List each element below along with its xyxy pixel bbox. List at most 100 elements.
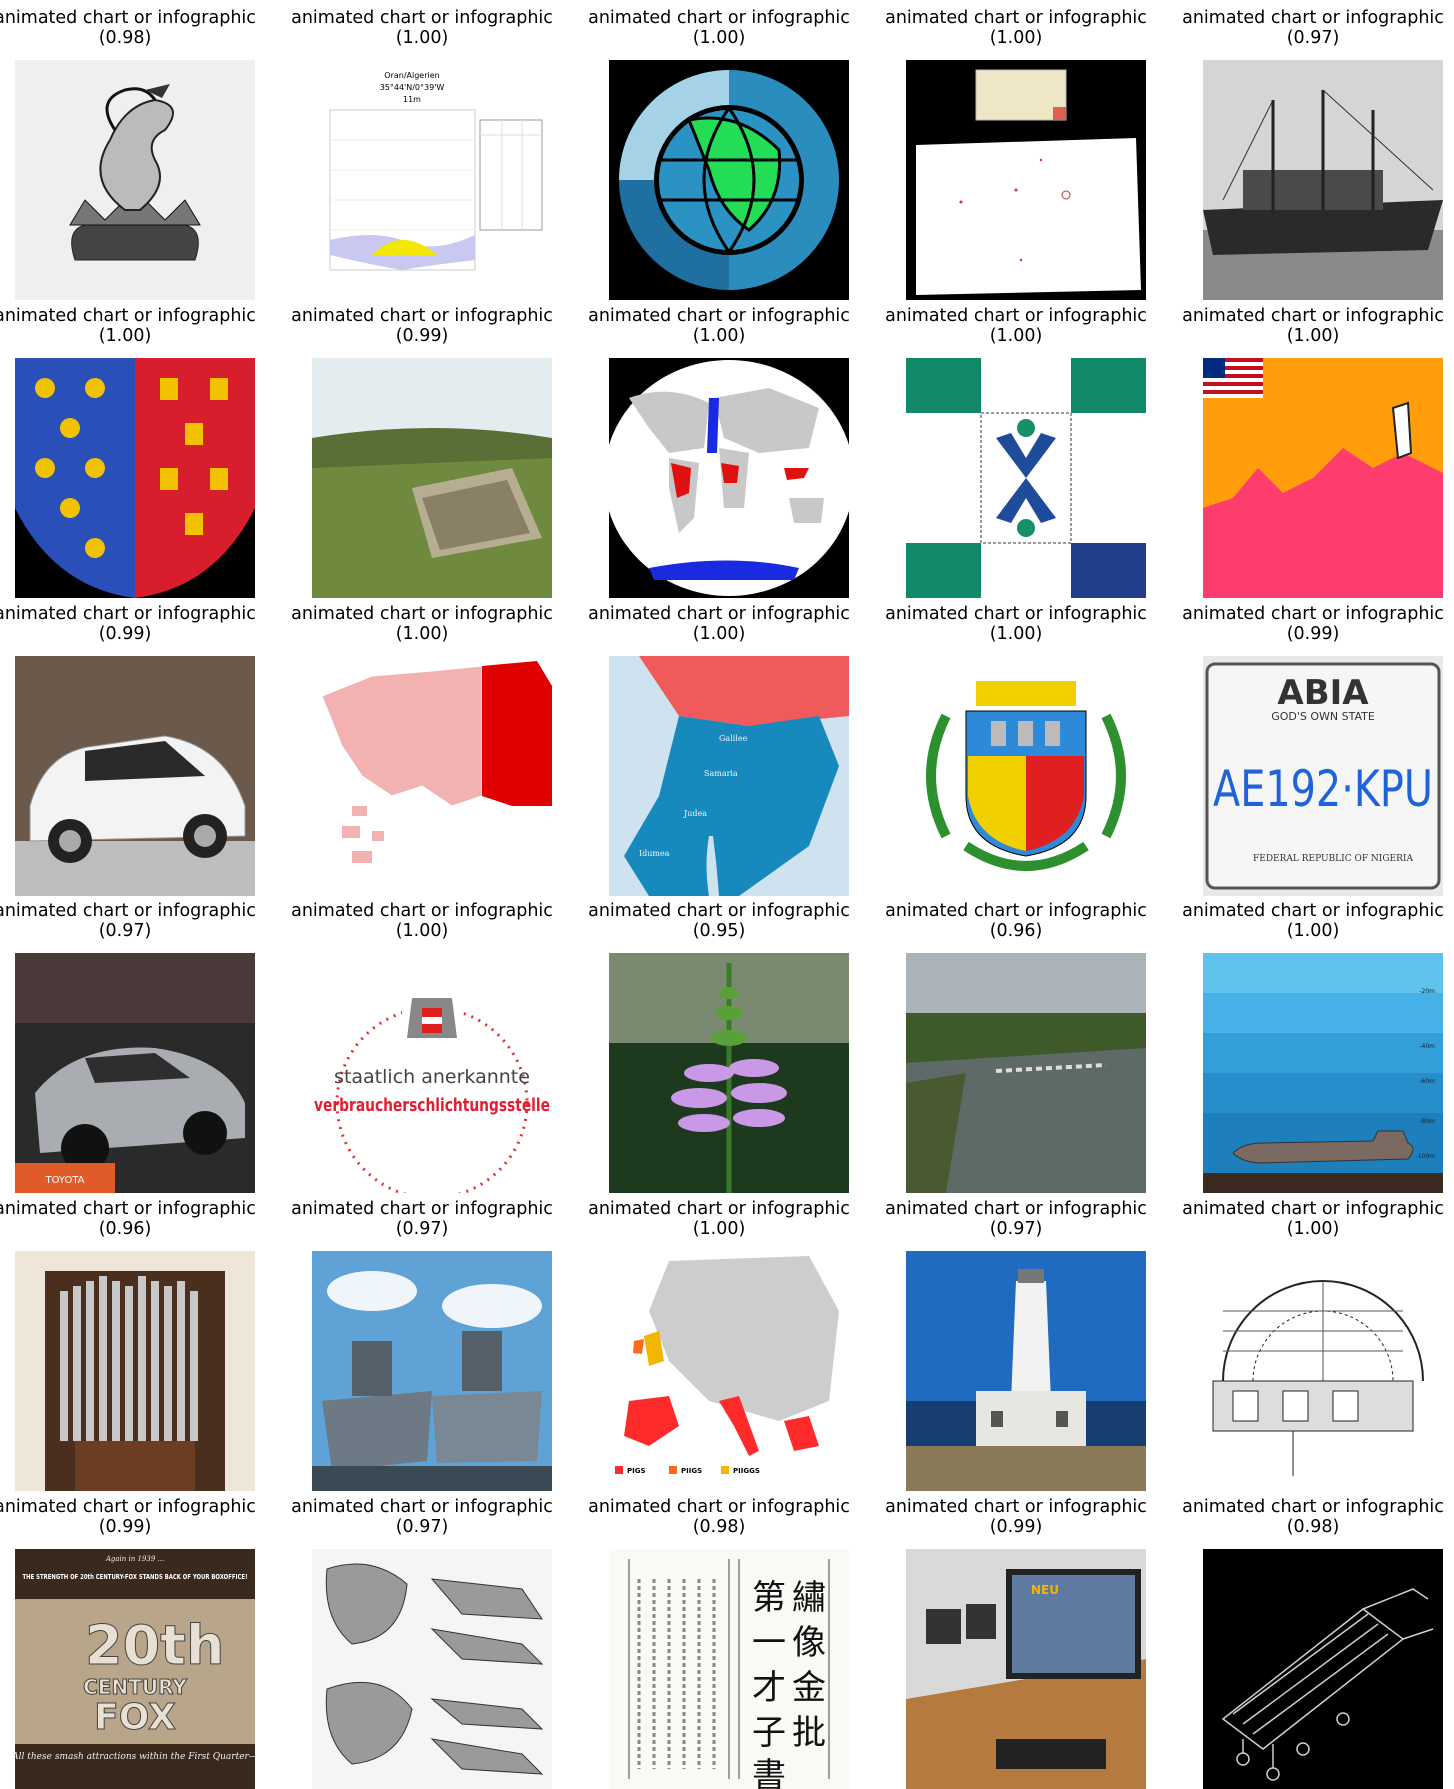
grid-cell: animated chart or infographic (0.97) xyxy=(876,1199,1156,1491)
cell-caption: animated chart or infographic (1.00) xyxy=(588,8,850,48)
lighthouse-photo-icon xyxy=(906,1251,1146,1491)
grid-cell: animated chart or infographic (0.97) TOYO… xyxy=(0,901,265,1193)
cell-caption: animated chart or infographic (1.00) xyxy=(0,306,256,346)
grid-cell: animated chart or infographic (1.00) Gali… xyxy=(579,604,859,896)
cell-caption: animated chart or infographic (0.95) xyxy=(588,901,850,941)
submarine-depth-chart-icon: -20m -40m -60m -80m -100m xyxy=(1203,953,1443,1193)
cell-caption: animated chart or infographic (1.00) xyxy=(1182,306,1444,346)
svg-text:書: 書 xyxy=(752,1756,786,1789)
cell-caption: animated chart or infographic (1.00) xyxy=(291,901,553,941)
cell-caption: animated chart or infographic (0.96) xyxy=(885,901,1147,941)
grid-cell: animated chart or infographic (0.98) 第 一 … xyxy=(579,1497,859,1789)
cell-caption: animated chart or infographic (0.97) xyxy=(885,1199,1147,1239)
green-blue-flag-icon xyxy=(906,358,1146,598)
heraldic-shield-icon xyxy=(15,358,255,598)
svg-text:-80m: -80m xyxy=(1419,1118,1435,1125)
grid-cell: animated chart or infographic (1.00) staa… xyxy=(282,901,562,1193)
wireframe-machine-render-icon xyxy=(1203,1549,1443,1789)
cell-caption: animated chart or infographic (1.00) xyxy=(588,306,850,346)
cell-caption: animated chart or infographic (0.99) xyxy=(0,604,256,644)
svg-text:staatlich anerkannte: staatlich anerkannte xyxy=(334,1066,530,1088)
grid-cell: animated chart or infographic (0.99) NEU xyxy=(876,1497,1156,1789)
svg-text:PIGS: PIGS xyxy=(627,1467,646,1475)
svg-text:金: 金 xyxy=(792,1668,826,1708)
pipe-organ-photo-icon xyxy=(15,1251,255,1491)
cell-caption: animated chart or infographic (1.00) xyxy=(291,8,553,48)
svg-text:PIIGGS: PIIGGS xyxy=(733,1467,760,1475)
svg-text:FEDERAL REPUBLIC OF NIGERIA: FEDERAL REPUBLIC OF NIGERIA xyxy=(1253,854,1413,864)
grid-cell: animated chart or infographic (1.00) xyxy=(876,8,1156,300)
warships-photo-icon xyxy=(312,1251,552,1491)
cell-caption: animated chart or infographic (1.00) xyxy=(588,1199,850,1239)
ancient-israel-map-icon: Galilee Samaria Judea Idumea xyxy=(609,656,849,896)
svg-text:一: 一 xyxy=(752,1623,786,1663)
cell-caption: animated chart or infographic (1.00) xyxy=(291,604,553,644)
pink-red-region-map-icon xyxy=(312,656,552,896)
dragon-crest-engraving-icon xyxy=(15,60,255,300)
svg-text:-60m: -60m xyxy=(1419,1078,1435,1085)
svg-text:NEU: NEU xyxy=(1031,1583,1059,1597)
cell-caption: animated chart or infographic (0.99) xyxy=(291,306,553,346)
europe-piigs-map-icon: PIGS PIIGS PIIGGS xyxy=(609,1251,849,1491)
grid-cell: animated chart or infographic (1.00) xyxy=(1173,1199,1453,1491)
grid-cell: animated chart or infographic (0.99) ABIA… xyxy=(1173,604,1453,896)
chinese-book-page-icon: 第 一 才 子 書 繡 像 金 批 xyxy=(609,1549,849,1789)
20th-century-fox-poster-icon: Again in 1939 ... THE STRENGTH OF 20th C… xyxy=(15,1549,255,1789)
svg-text:35°44'N/0°39'W: 35°44'N/0°39'W xyxy=(380,83,445,92)
grid-cell: animated chart or infographic (1.00) xyxy=(876,604,1156,896)
svg-text:All these smash attractions wi: All these smash attractions within the F… xyxy=(15,1752,255,1762)
grid-cell: animated chart or infographic (0.99) xyxy=(0,604,265,896)
svg-text:TOYOTA: TOYOTA xyxy=(44,1175,84,1186)
cell-caption: animated chart or infographic (1.00) xyxy=(885,604,1147,644)
grid-cell: animated chart or infographic (0.96) xyxy=(876,901,1156,1193)
grid-cell: animated chart or infographic (0.97) xyxy=(282,1497,562,1789)
cell-caption: animated chart or infographic (0.97) xyxy=(1182,8,1444,48)
grid-cell: animated chart or infographic (0.97) xyxy=(1173,8,1453,300)
svg-text:Samaria: Samaria xyxy=(704,769,738,778)
svg-text:批: 批 xyxy=(792,1713,826,1753)
svg-text:才: 才 xyxy=(752,1668,786,1708)
cell-caption: animated chart or infographic (0.97) xyxy=(291,1497,553,1537)
grid-cell: animated chart or infographic (0.98) xyxy=(0,8,265,300)
grid-cell: animated chart or infographic (0.98) xyxy=(1173,1497,1453,1789)
cell-caption: animated chart or infographic (1.00) xyxy=(1182,1199,1444,1239)
climate-chart-icon: Oran/Algerien 35°44'N/0°39'W 11m xyxy=(312,60,552,300)
grid-cell: animated chart or infographic (1.00) xyxy=(579,306,859,598)
computer-lab-photo-icon: NEU xyxy=(906,1549,1146,1789)
grid-cell: animated chart or infographic (1.00) xyxy=(876,306,1156,598)
svg-text:Galilee: Galilee xyxy=(719,734,748,743)
svg-text:第: 第 xyxy=(752,1578,786,1618)
fossil-skulls-plate-icon xyxy=(312,1549,552,1789)
cell-caption: animated chart or infographic (0.96) xyxy=(0,1199,256,1239)
cell-caption: animated chart or infographic (0.98) xyxy=(0,8,256,48)
white-suv-photo-icon xyxy=(15,656,255,896)
svg-text:子: 子 xyxy=(752,1713,786,1753)
orange-pink-flag-icon xyxy=(1203,358,1443,598)
svg-text:Again in 1939 ...: Again in 1939 ... xyxy=(105,1555,164,1563)
grid-cell: animated chart or infographic (1.00) Oran… xyxy=(282,8,562,300)
svg-text:像: 像 xyxy=(792,1623,826,1663)
grid-cell: animated chart or infographic (0.99) Agai… xyxy=(0,1497,265,1789)
svg-text:AE192·KPU: AE192·KPU xyxy=(1213,760,1433,818)
grid-cell: animated chart or infographic (1.00) xyxy=(282,604,562,896)
county-locator-map-icon xyxy=(906,60,1146,300)
svg-text:Judea: Judea xyxy=(683,809,707,818)
cell-caption: animated chart or infographic (0.99) xyxy=(0,1497,256,1537)
cell-caption: animated chart or infographic (0.99) xyxy=(885,1497,1147,1537)
svg-text:THE STRENGTH OF 20th CENTURY-F: THE STRENGTH OF 20th CENTURY-FOX STANDS … xyxy=(23,1573,248,1581)
cell-caption: animated chart or infographic (1.00) xyxy=(885,8,1147,48)
cargo-ship-photo-icon xyxy=(1203,60,1443,300)
cell-caption: animated chart or infographic (1.00) xyxy=(885,306,1147,346)
grid-cell: animated chart or infographic (0.96) xyxy=(0,1199,265,1491)
grid-cell: animated chart or infographic (0.97) xyxy=(282,1199,562,1491)
svg-text:11m: 11m xyxy=(403,95,421,104)
cell-caption: animated chart or infographic (0.98) xyxy=(588,1497,850,1537)
svg-text:-40m: -40m xyxy=(1419,1043,1435,1050)
svg-text:CENTURY: CENTURY xyxy=(83,1675,187,1699)
grid-cell: animated chart or infographic (1.00) -20m… xyxy=(1173,901,1453,1193)
world-distribution-map-icon xyxy=(609,358,849,598)
svg-text:PIIGS: PIIGS xyxy=(681,1467,702,1475)
svg-text:繡: 繡 xyxy=(792,1578,826,1618)
svg-text:GOD'S OWN STATE: GOD'S OWN STATE xyxy=(1271,710,1375,723)
svg-text:ABIA: ABIA xyxy=(1277,673,1369,713)
